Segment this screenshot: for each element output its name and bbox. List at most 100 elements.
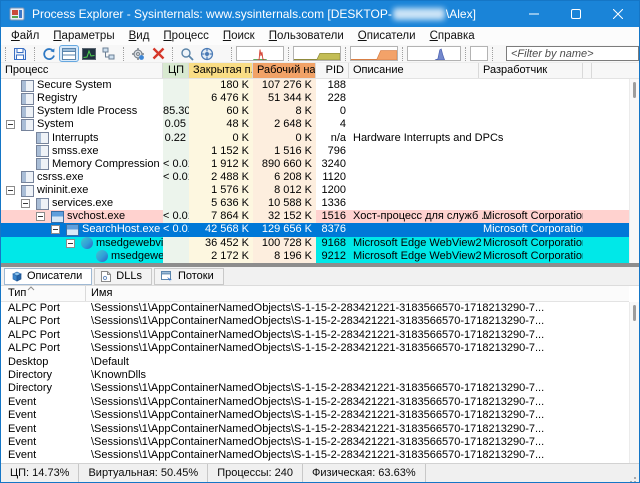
process-properties-button[interactable] xyxy=(128,45,148,62)
handles-scrollbar[interactable] xyxy=(629,302,639,463)
cell-handle-type: Desktop xyxy=(8,355,49,368)
cell-working-set: 107 276 K xyxy=(253,79,316,93)
menu-item-users[interactable]: Пользователи xyxy=(262,28,351,45)
minimize-button[interactable] xyxy=(513,1,555,27)
process-row[interactable]: services.exe 5 636 K 10 588 K 1336 xyxy=(1,197,629,211)
column-header-cpu[interactable]: ЦП xyxy=(163,63,189,78)
save-button[interactable] xyxy=(10,45,30,62)
column-header-working-set[interactable]: Рабочий наб... xyxy=(253,63,316,78)
find-window-process-button[interactable] xyxy=(177,45,197,62)
process-row[interactable]: System 0.05 48 K2 648 K 4 xyxy=(1,118,629,132)
process-row[interactable]: wininit.exe 1 576 K8 012 K 1200 xyxy=(1,184,629,198)
filter-input[interactable] xyxy=(506,46,639,61)
system-information-button[interactable] xyxy=(79,45,99,62)
handle-row[interactable]: Event \Sessions\1\AppContainerNamedObject… xyxy=(1,396,629,409)
cell-description xyxy=(349,118,479,131)
cell-description xyxy=(349,223,479,237)
cell-company: Microsoft Corporation xyxy=(483,210,583,223)
tree-collapse-icon[interactable] xyxy=(6,120,15,130)
cell-handle-type: ALPC Port xyxy=(8,302,60,314)
cell-filler xyxy=(583,223,629,237)
menu-item-help[interactable]: Справка xyxy=(423,28,482,45)
process-row[interactable]: Registry 6 476 K 51 344 K 228 xyxy=(1,92,629,106)
process-row[interactable]: msedgewebvie... 2 172 K8 196 K 9212 Microso… xyxy=(1,249,629,263)
commit-graph[interactable] xyxy=(350,46,398,61)
handle-row[interactable]: Event \Sessions\1\AppContainerNamedObject… xyxy=(1,436,629,449)
handle-row[interactable]: Directory \KnownDlls xyxy=(1,369,629,382)
physical-memory-graph[interactable] xyxy=(293,46,341,61)
column-header-company[interactable]: Разработчик xyxy=(479,63,583,78)
kill-process-button[interactable] xyxy=(148,45,168,62)
handle-row[interactable]: Event \Sessions\1\AppContainerNamedObject… xyxy=(1,409,629,422)
scrollbar-thumb[interactable] xyxy=(633,305,636,321)
process-icon xyxy=(21,79,34,92)
process-row[interactable]: smss.exe 1 152 K1 516 K 796 xyxy=(1,144,629,158)
handle-row[interactable]: ALPC Port \Sessions\1\AppContainerNamedOb… xyxy=(1,315,629,328)
handle-row[interactable]: Event \Sessions\1\AppContainerNamedObject… xyxy=(1,449,629,462)
cell-private-bytes: 180 K xyxy=(189,79,253,93)
tab-handles[interactable]: Описатели xyxy=(4,267,93,285)
cell-working-set: 2 648 K xyxy=(253,118,316,132)
handle-row[interactable]: Event \Sessions\1\AppContainerNamedObject… xyxy=(1,423,629,436)
gpu-graph[interactable] xyxy=(407,46,461,61)
process-row[interactable]: msedgewebview2... 36 452 K100 728 K 9168 Mi… xyxy=(1,236,629,250)
scrollbar-thumb[interactable] xyxy=(633,82,636,98)
column-header-pid[interactable]: PID xyxy=(316,63,349,78)
handle-row[interactable]: ALPC Port \Sessions\1\AppContainerNamedOb… xyxy=(1,329,629,342)
maximize-button[interactable] xyxy=(555,1,597,27)
menu-item-process[interactable]: Процесс xyxy=(156,28,215,45)
handle-row[interactable]: ALPC Port \Sessions\1\AppContainerNamedOb… xyxy=(1,302,629,315)
menu-item-file[interactable]: Файл xyxy=(4,28,46,45)
tab-threads[interactable]: Потоки xyxy=(153,267,224,285)
cell-description: Microsoft Edge WebView2 xyxy=(353,236,482,249)
cell-description xyxy=(349,184,479,197)
tree-collapse-icon[interactable] xyxy=(51,225,60,235)
menu-item-find[interactable]: Поиск xyxy=(216,28,262,45)
cell-company xyxy=(479,171,583,184)
column-header-name[interactable]: Имя xyxy=(86,286,629,301)
cell-process-name: csrss.exe xyxy=(1,171,163,184)
process-row[interactable]: Interrupts 0.22 0 K0 Kn/a Hardware Interrup… xyxy=(1,131,629,145)
tree-collapse-icon[interactable] xyxy=(66,238,75,248)
process-scrollbar[interactable] xyxy=(629,79,639,263)
process-row[interactable]: csrss.exe < 0.012 488 K6 208 K 1120 xyxy=(1,170,629,184)
handle-row[interactable]: ALPC Port \Sessions\1\AppContainerNamedOb… xyxy=(1,342,629,355)
process-icon xyxy=(21,105,34,118)
cell-filler xyxy=(583,92,629,105)
column-header-description[interactable]: Описание xyxy=(349,63,479,78)
handle-row[interactable]: Desktop \Default xyxy=(1,356,629,369)
menu-item-options[interactable]: Параметры xyxy=(46,28,121,45)
show-lower-pane-button[interactable] xyxy=(59,45,79,62)
cell-process-name: Memory Compression xyxy=(1,158,163,171)
cell-filler xyxy=(583,237,629,250)
refresh-button[interactable] xyxy=(39,45,59,62)
column-header-type[interactable]: Тип xyxy=(1,286,86,301)
tab-dlls[interactable]: DLLs xyxy=(94,267,152,285)
process-row[interactable]: Memory Compression< 0.011 912 K890 660 K… xyxy=(1,157,629,171)
column-header-private-bytes[interactable]: Закрытая п... xyxy=(189,63,253,78)
process-row[interactable]: SearchHost.exe< 0.0142 568 K129 656 K837… xyxy=(1,223,629,237)
process-icon xyxy=(51,210,64,223)
tree-collapse-icon[interactable] xyxy=(21,199,30,209)
handle-row[interactable]: Directory \Sessions\1\AppContainerNamedOb… xyxy=(1,382,629,395)
process-row[interactable]: Secure System 180 K 107 276 K 188 xyxy=(1,79,629,93)
resize-grip[interactable] xyxy=(634,477,636,479)
menu-item-handles[interactable]: Описатели xyxy=(351,28,423,45)
tab-threads-label: Потоки xyxy=(177,270,214,282)
io-graph[interactable] xyxy=(470,46,488,61)
find-handle-or-dll-button[interactable] xyxy=(197,45,217,62)
process-name: Interrupts xyxy=(52,131,99,144)
cell-cpu: < 0.01 xyxy=(163,223,189,237)
tree-collapse-icon[interactable] xyxy=(6,186,15,196)
redacted-computer-name xyxy=(392,8,445,20)
close-button[interactable] xyxy=(597,1,639,27)
tree-collapse-icon[interactable] xyxy=(36,212,45,222)
process-row[interactable]: System Idle Process 85.30 60 K8 K 0 xyxy=(1,105,629,119)
show-process-tree-button[interactable] xyxy=(99,45,119,62)
toolbar-separator xyxy=(492,46,493,61)
process-row[interactable]: svchost.exe < 0.017 864 K32 152 K 1516 Хост… xyxy=(1,210,629,224)
menu-item-view[interactable]: Вид xyxy=(122,28,157,45)
cpu-usage-graph[interactable] xyxy=(236,46,284,61)
cell-pid: 4 xyxy=(339,118,346,131)
column-header-process[interactable]: Процесс xyxy=(1,63,163,78)
